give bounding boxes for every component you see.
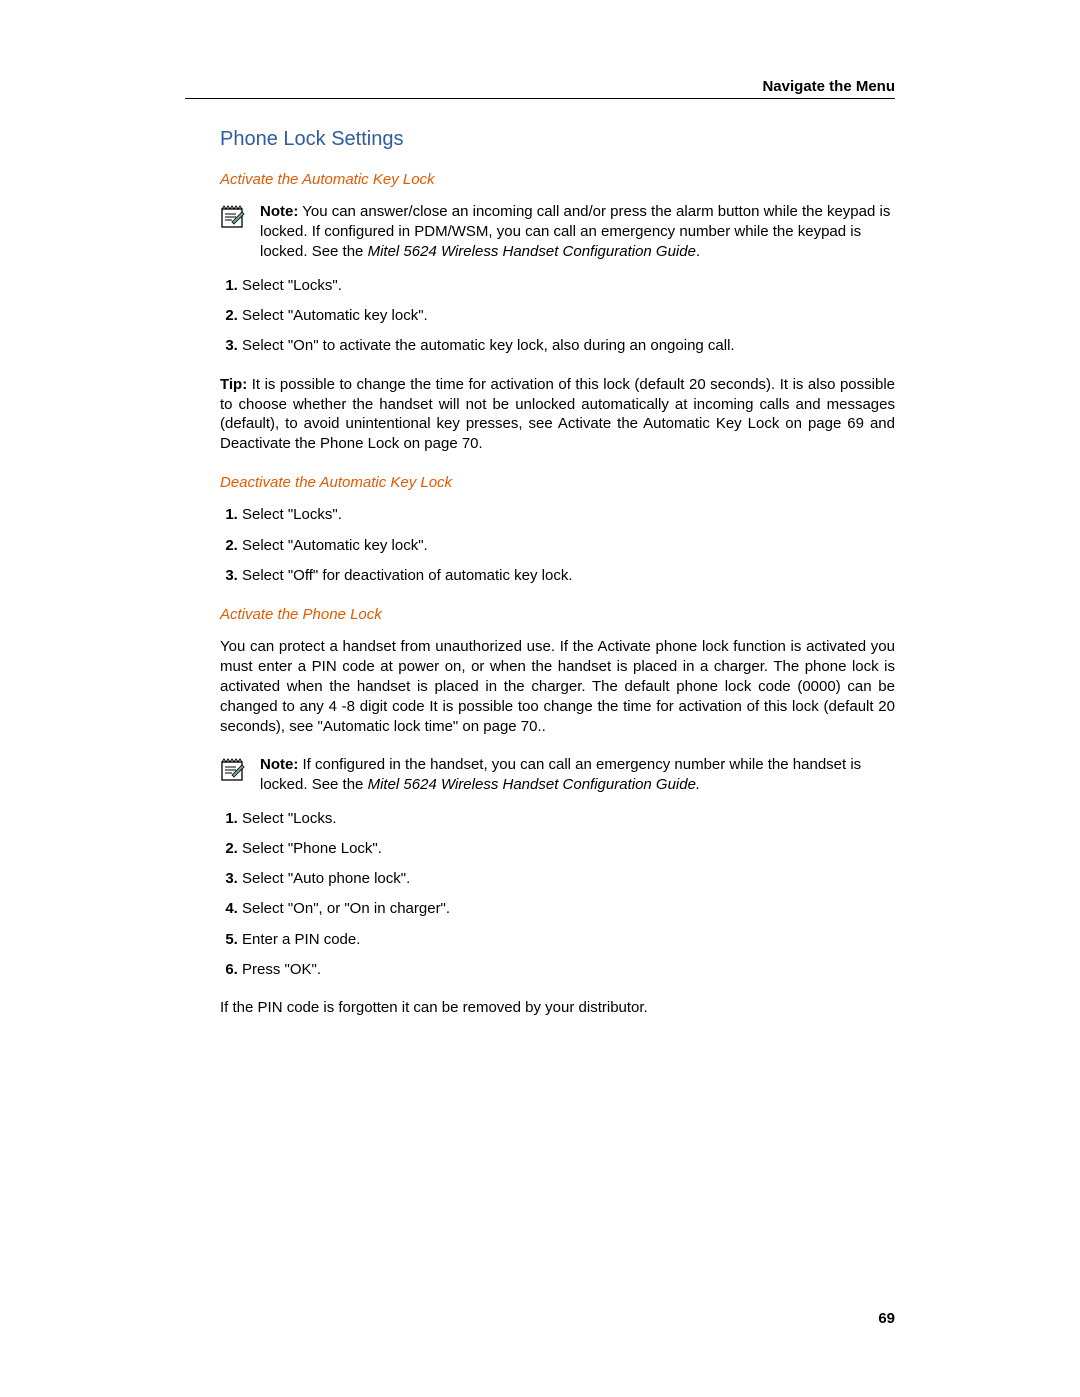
tip-label: Tip:: [220, 376, 247, 393]
list-item: Select "On" to activate the automatic ke…: [242, 336, 895, 356]
document-page: Navigate the Menu Phone Lock Settings Ac…: [0, 0, 1080, 1397]
subheading-deactivate-auto-key-lock: Deactivate the Automatic Key Lock: [220, 474, 895, 491]
tip-body: It is possible to change the time for ac…: [220, 376, 895, 453]
page-number: 69: [878, 1310, 895, 1327]
steps-list-deactivate-auto: Select "Locks". Select "Automatic key lo…: [220, 505, 895, 586]
list-item: Press "OK".: [242, 960, 895, 980]
tip-paragraph: Tip: It is possible to change the time f…: [220, 375, 895, 455]
steps-list-activate-phone-lock: Select "Locks. Select "Phone Lock". Sele…: [220, 809, 895, 981]
subheading-activate-auto-key-lock: Activate the Automatic Key Lock: [220, 171, 895, 188]
intro-paragraph: You can protect a handset from unauthori…: [220, 637, 895, 737]
steps-list-activate-auto: Select "Locks". Select "Automatic key lo…: [220, 276, 895, 357]
list-item: Select "Automatic key lock".: [242, 306, 895, 326]
list-item: Select "Locks".: [242, 505, 895, 525]
list-item: Enter a PIN code.: [242, 930, 895, 950]
section-title: Phone Lock Settings: [220, 128, 895, 151]
list-item: Select "Locks".: [242, 276, 895, 296]
note-block: Note: If configured in the handset, you …: [220, 755, 895, 795]
list-item: Select "On", or "On in charger".: [242, 899, 895, 919]
list-item: Select "Phone Lock".: [242, 839, 895, 859]
list-item: Select "Off" for deactivation of automat…: [242, 566, 895, 586]
note-text: Note: You can answer/close an incoming c…: [260, 202, 895, 262]
list-item: Select "Locks.: [242, 809, 895, 829]
page-content: Phone Lock Settings Activate the Automat…: [220, 128, 895, 1018]
header-rule: [185, 98, 895, 99]
page-header-right: Navigate the Menu: [762, 78, 895, 95]
note-italic-ref: Mitel 5624 Wireless Handset Configuratio…: [368, 243, 696, 260]
note-label: Note:: [260, 203, 298, 220]
note-icon: [220, 204, 246, 235]
list-item: Select "Auto phone lock".: [242, 869, 895, 889]
subheading-activate-phone-lock: Activate the Phone Lock: [220, 606, 895, 623]
note-icon: [220, 757, 246, 788]
note-end: .: [696, 243, 700, 260]
note-text: Note: If configured in the handset, you …: [260, 755, 895, 795]
note-label: Note:: [260, 756, 298, 773]
list-item: Select "Automatic key lock".: [242, 536, 895, 556]
note-italic-ref: Mitel 5624 Wireless Handset Configuratio…: [368, 776, 701, 793]
closing-paragraph: If the PIN code is forgotten it can be r…: [220, 998, 895, 1018]
note-block: Note: You can answer/close an incoming c…: [220, 202, 895, 262]
